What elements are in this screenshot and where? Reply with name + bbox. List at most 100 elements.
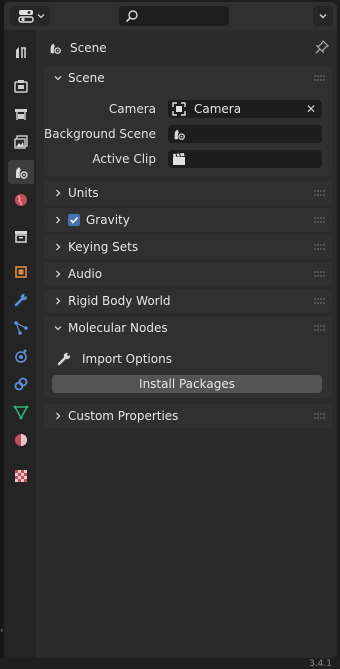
chevron-right-icon bbox=[56, 297, 61, 305]
tab-physics[interactable] bbox=[8, 344, 34, 368]
import-options-row: Import Options bbox=[56, 350, 172, 368]
scene-icon bbox=[16, 167, 28, 179]
checkmark-icon bbox=[70, 216, 79, 224]
collection-icon bbox=[15, 231, 27, 243]
background-scene-row: Background Scene bbox=[44, 125, 332, 143]
tab-world[interactable] bbox=[8, 188, 34, 212]
tab-output[interactable] bbox=[8, 102, 34, 126]
physics-icon bbox=[15, 349, 27, 363]
output-icon bbox=[15, 109, 27, 120]
active-clip-row: Active Clip bbox=[44, 150, 332, 168]
background-scene-field[interactable] bbox=[168, 125, 322, 143]
panel-title: Gravity bbox=[86, 213, 130, 227]
drag-handle-icon[interactable] bbox=[314, 412, 326, 420]
drag-handle-icon[interactable] bbox=[314, 216, 326, 224]
panel-molecular-nodes-header[interactable]: Molecular Nodes bbox=[44, 316, 332, 340]
texture-icon bbox=[15, 470, 27, 482]
mesh-data-icon bbox=[13, 405, 29, 420]
camera-object-icon bbox=[172, 102, 186, 116]
tab-material[interactable] bbox=[8, 428, 34, 452]
panel-rigid-body-world-header[interactable]: Rigid Body World bbox=[44, 289, 332, 313]
panel-title: Scene bbox=[68, 71, 105, 85]
pin-icon[interactable] bbox=[315, 40, 329, 54]
wrench-icon bbox=[14, 293, 28, 307]
particles-icon bbox=[14, 321, 28, 335]
install-packages-button[interactable]: Install Packages bbox=[52, 375, 322, 393]
tab-render[interactable] bbox=[8, 74, 34, 98]
chevron-right-icon bbox=[56, 412, 61, 420]
tab-collection[interactable] bbox=[8, 224, 34, 248]
tab-tool[interactable] bbox=[8, 40, 34, 64]
wrench-icon bbox=[57, 352, 71, 366]
scene-icon bbox=[50, 43, 61, 54]
drag-handle-icon[interactable] bbox=[314, 243, 326, 251]
properties-content: Scene Scene Camera Camera ✕ Background S… bbox=[36, 30, 337, 658]
panel-title: Audio bbox=[68, 267, 103, 281]
background-scene-label: Background Scene bbox=[44, 127, 156, 141]
tab-particles[interactable] bbox=[8, 316, 34, 340]
world-icon bbox=[15, 194, 27, 206]
panel-keying-sets: Keying Sets bbox=[44, 235, 332, 259]
active-clip-label: Active Clip bbox=[92, 152, 156, 166]
panel-custom-properties: Custom Properties bbox=[44, 404, 332, 428]
material-icon bbox=[15, 434, 27, 446]
clapperboard-icon bbox=[173, 153, 185, 165]
drag-handle-icon[interactable] bbox=[314, 74, 326, 82]
panel-title: Rigid Body World bbox=[68, 294, 171, 308]
tab-data[interactable] bbox=[8, 400, 34, 424]
chevron-right-icon bbox=[56, 270, 61, 278]
tab-constraints[interactable] bbox=[8, 372, 34, 396]
scene-icon bbox=[174, 129, 185, 140]
tab-texture[interactable] bbox=[8, 464, 34, 488]
panel-gravity-header[interactable]: Gravity bbox=[44, 208, 332, 232]
panel-keying-sets-header[interactable]: Keying Sets bbox=[44, 235, 332, 259]
camera-row: Camera Camera ✕ bbox=[44, 100, 332, 118]
chevron-down-icon bbox=[319, 14, 327, 19]
status-bar bbox=[0, 658, 340, 669]
panel-gravity: Gravity bbox=[44, 208, 332, 232]
clear-icon[interactable]: ✕ bbox=[306, 102, 316, 116]
gravity-checkbox[interactable] bbox=[68, 214, 80, 226]
editor-type-selector[interactable] bbox=[10, 6, 50, 26]
active-clip-field[interactable] bbox=[168, 150, 322, 168]
panel-title: Keying Sets bbox=[68, 240, 139, 254]
header-menu-button[interactable] bbox=[313, 6, 333, 26]
chevron-down-icon bbox=[54, 76, 62, 81]
properties-editor: Scene Scene Camera Camera ✕ Background S… bbox=[4, 2, 337, 658]
properties-tabs bbox=[4, 30, 36, 658]
drag-handle-icon[interactable] bbox=[314, 297, 326, 305]
tab-modifiers[interactable] bbox=[8, 288, 34, 312]
import-options-label: Import Options bbox=[82, 352, 172, 366]
render-icon bbox=[14, 80, 28, 93]
tab-scene[interactable] bbox=[8, 160, 34, 184]
object-icon bbox=[15, 266, 27, 278]
panel-units-header[interactable]: Units bbox=[44, 181, 332, 205]
panel-custom-properties-header[interactable]: Custom Properties bbox=[44, 404, 332, 428]
drag-handle-icon[interactable] bbox=[314, 189, 326, 197]
panel-molecular-nodes: Molecular Nodes Import Options Install P… bbox=[44, 316, 332, 398]
camera-field[interactable]: Camera ✕ bbox=[168, 100, 322, 118]
tab-object[interactable] bbox=[8, 260, 34, 284]
camera-value: Camera bbox=[194, 102, 242, 116]
view-layer-icon bbox=[14, 135, 28, 149]
search-icon bbox=[125, 10, 138, 23]
chevron-down-icon bbox=[54, 326, 62, 331]
search-field[interactable] bbox=[119, 6, 229, 26]
context-breadcrumb: Scene bbox=[48, 38, 107, 58]
panel-title: Units bbox=[68, 186, 99, 200]
panel-audio-header[interactable]: Audio bbox=[44, 262, 332, 286]
panel-title: Molecular Nodes bbox=[68, 321, 168, 335]
context-title: Scene bbox=[70, 41, 107, 55]
panel-scene-header[interactable]: Scene bbox=[44, 66, 332, 90]
drag-handle-icon[interactable] bbox=[314, 324, 326, 332]
chevron-down-icon bbox=[37, 14, 45, 19]
editor-header bbox=[4, 2, 337, 30]
panel-scene: Scene Camera Camera ✕ Background Scene A… bbox=[44, 66, 332, 176]
constraints-icon bbox=[14, 377, 28, 391]
chevron-right-icon bbox=[56, 216, 61, 224]
panel-rigid-body-world: Rigid Body World bbox=[44, 289, 332, 313]
panel-units: Units bbox=[44, 181, 332, 205]
panel-audio: Audio bbox=[44, 262, 332, 286]
drag-handle-icon[interactable] bbox=[314, 270, 326, 278]
tab-view-layer[interactable] bbox=[8, 130, 34, 154]
